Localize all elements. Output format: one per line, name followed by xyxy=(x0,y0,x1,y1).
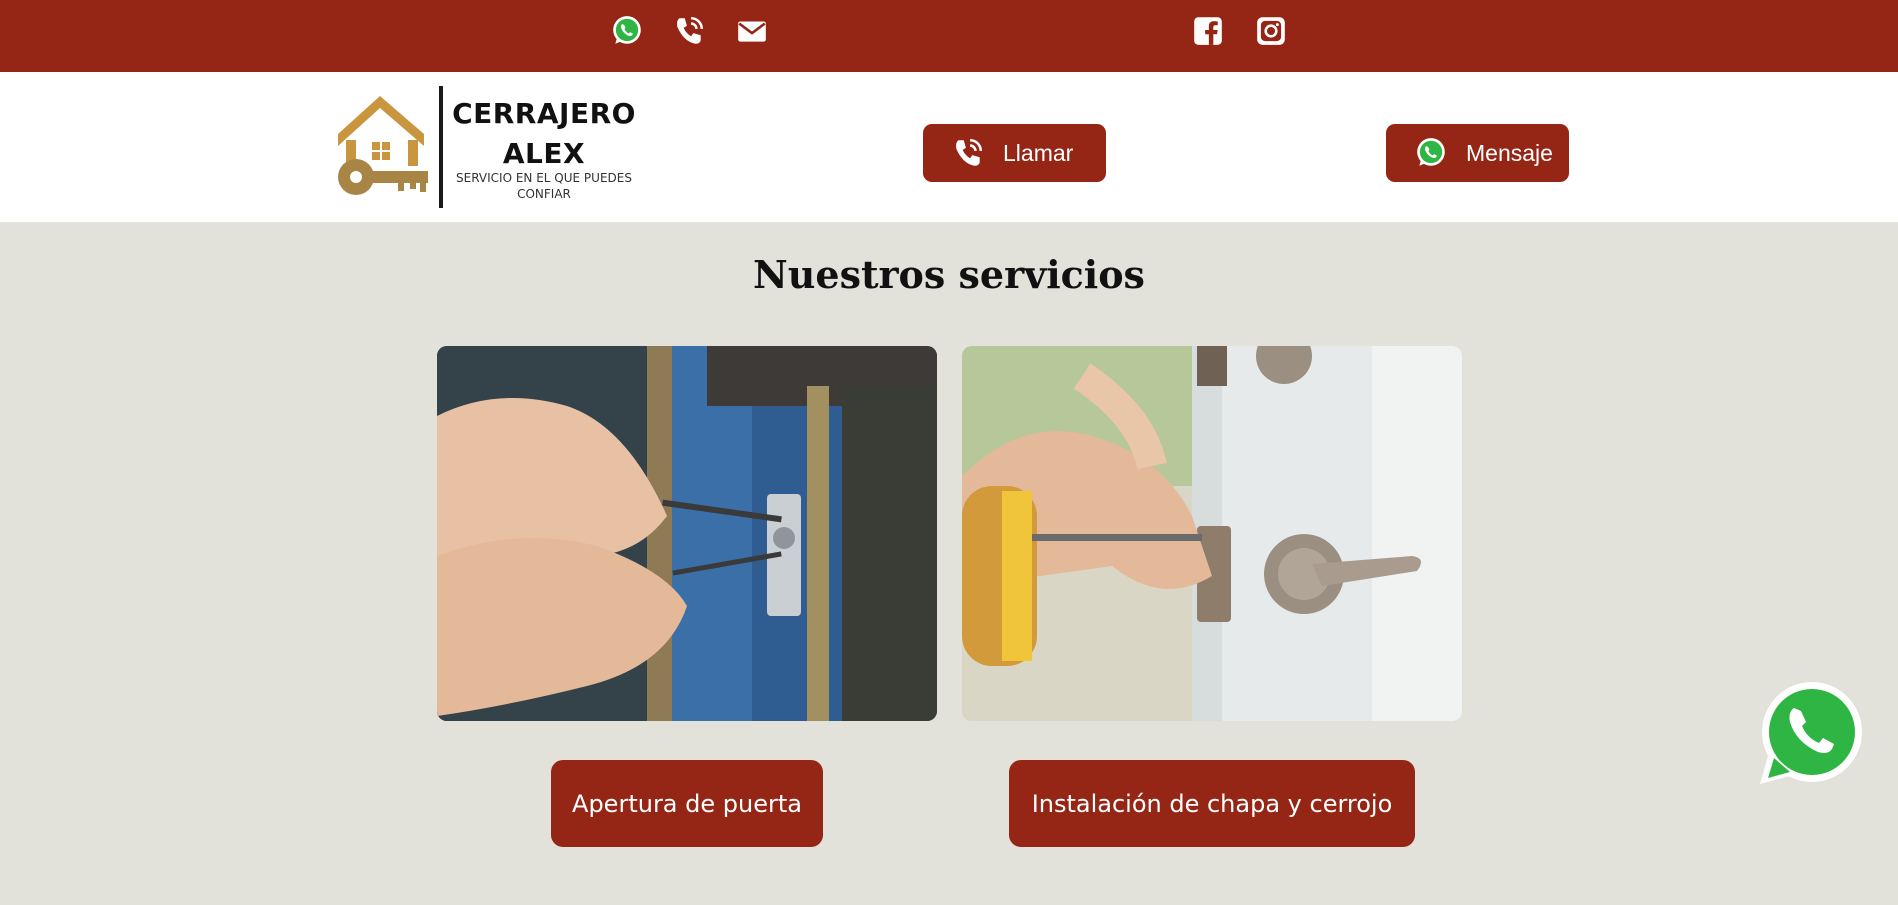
service-button-label: Apertura de puerta xyxy=(572,789,802,818)
whatsapp-icon[interactable] xyxy=(609,13,645,49)
facebook-icon[interactable] xyxy=(1190,13,1226,49)
logo-tagline-line1: SERVICIO EN EL QUE PUEDES xyxy=(456,171,632,185)
service-button-apertura[interactable]: Apertura de puerta xyxy=(551,760,823,847)
service-button-label: Instalación de chapa y cerrojo xyxy=(1031,789,1393,818)
logo-title-line1: CERRAJERO xyxy=(452,97,636,130)
logo-tagline: SERVICIO EN EL QUE PUEDES CONFIAR xyxy=(446,170,642,202)
logo-title: CERRAJERO ALEX xyxy=(446,94,642,174)
call-button[interactable]: Llamar xyxy=(923,124,1106,182)
service-button-instalacion[interactable]: Instalación de chapa y cerrojo xyxy=(1009,760,1415,847)
whatsapp-icon xyxy=(1760,682,1862,784)
mail-icon[interactable] xyxy=(734,13,770,49)
logo-title-line2: ALEX xyxy=(502,137,586,170)
lock-installation-photo xyxy=(962,346,1462,721)
company-logo[interactable]: CERRAJERO ALEX SERVICIO EN EL QUE PUEDES… xyxy=(332,84,642,209)
whatsapp-floating-button[interactable] xyxy=(1756,680,1864,788)
message-button[interactable]: Mensaje xyxy=(1386,124,1569,182)
logo-divider xyxy=(439,86,443,208)
services-title: Nuestros servicios xyxy=(753,252,1145,297)
phone-icon xyxy=(956,138,983,166)
logo-tagline-line2: CONFIAR xyxy=(517,187,571,201)
message-button-label: Mensaje xyxy=(1466,139,1553,166)
phone-icon[interactable] xyxy=(671,13,707,49)
instagram-icon[interactable] xyxy=(1253,13,1289,49)
top-bar xyxy=(0,0,1898,72)
lockpicking-photo xyxy=(437,346,937,721)
whatsapp-icon xyxy=(1417,138,1445,166)
house-key-logo-icon xyxy=(338,96,428,195)
call-button-label: Llamar xyxy=(1003,139,1074,166)
